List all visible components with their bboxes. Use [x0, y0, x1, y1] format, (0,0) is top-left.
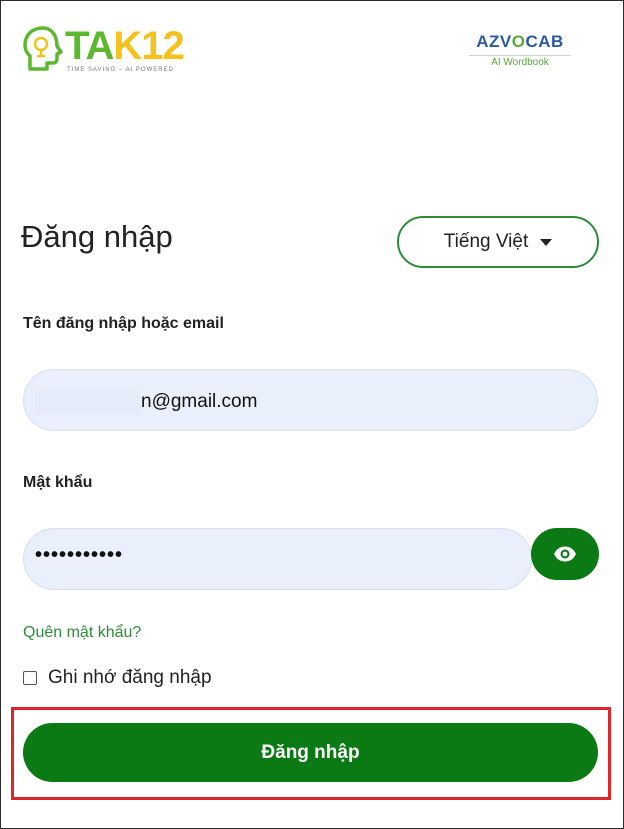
password-input-value: ••••••••••• — [35, 544, 124, 566]
username-input-value: n@gmail.com — [141, 391, 258, 412]
tak12-wordmark: TAK12 — [65, 23, 185, 69]
login-submit-button[interactable]: Đăng nhập — [23, 723, 598, 782]
language-select[interactable]: Tiếng Việt — [397, 216, 599, 268]
page-title: Đăng nhập — [21, 219, 173, 254]
password-label: Mật khẩu — [23, 474, 93, 491]
azvocab-wordmark-part3: CAB — [525, 32, 564, 51]
tak12-wordmark-part2: K12 — [113, 24, 184, 68]
azvocab-subtitle: AI Wordbook — [469, 55, 571, 69]
azvocab-wordmark: AZVOCAB — [465, 31, 575, 53]
forgot-password-link[interactable]: Quên mật khẩu? — [23, 624, 141, 642]
username-label: Tên đăng nhập hoặc email — [23, 315, 224, 332]
remember-me-row: Ghi nhớ đăng nhập — [23, 667, 212, 689]
show-password-button[interactable] — [531, 528, 599, 580]
caret-down-icon — [540, 238, 553, 246]
login-page: TAK12 TIME SAVING – AI POWERED AZVOCAB A… — [0, 0, 624, 829]
azvocab-logo: AZVOCAB AI Wordbook — [465, 31, 575, 75]
redacted-username-mask — [35, 390, 141, 414]
lightbulb-head-icon — [23, 26, 63, 71]
eye-icon — [554, 546, 576, 562]
azvocab-wordmark-part1: AZV — [476, 32, 512, 51]
remember-me-label[interactable]: Ghi nhớ đăng nhập — [48, 667, 212, 689]
remember-me-checkbox[interactable] — [23, 671, 37, 685]
tak12-tagline: TIME SAVING – AI POWERED — [67, 67, 174, 73]
tak12-logo: TAK12 TIME SAVING – AI POWERED — [21, 23, 191, 77]
language-select-value: Tiếng Việt — [443, 231, 529, 252]
tak12-wordmark-part1: TA — [65, 24, 114, 68]
azvocab-wordmark-part2: O — [511, 32, 526, 51]
